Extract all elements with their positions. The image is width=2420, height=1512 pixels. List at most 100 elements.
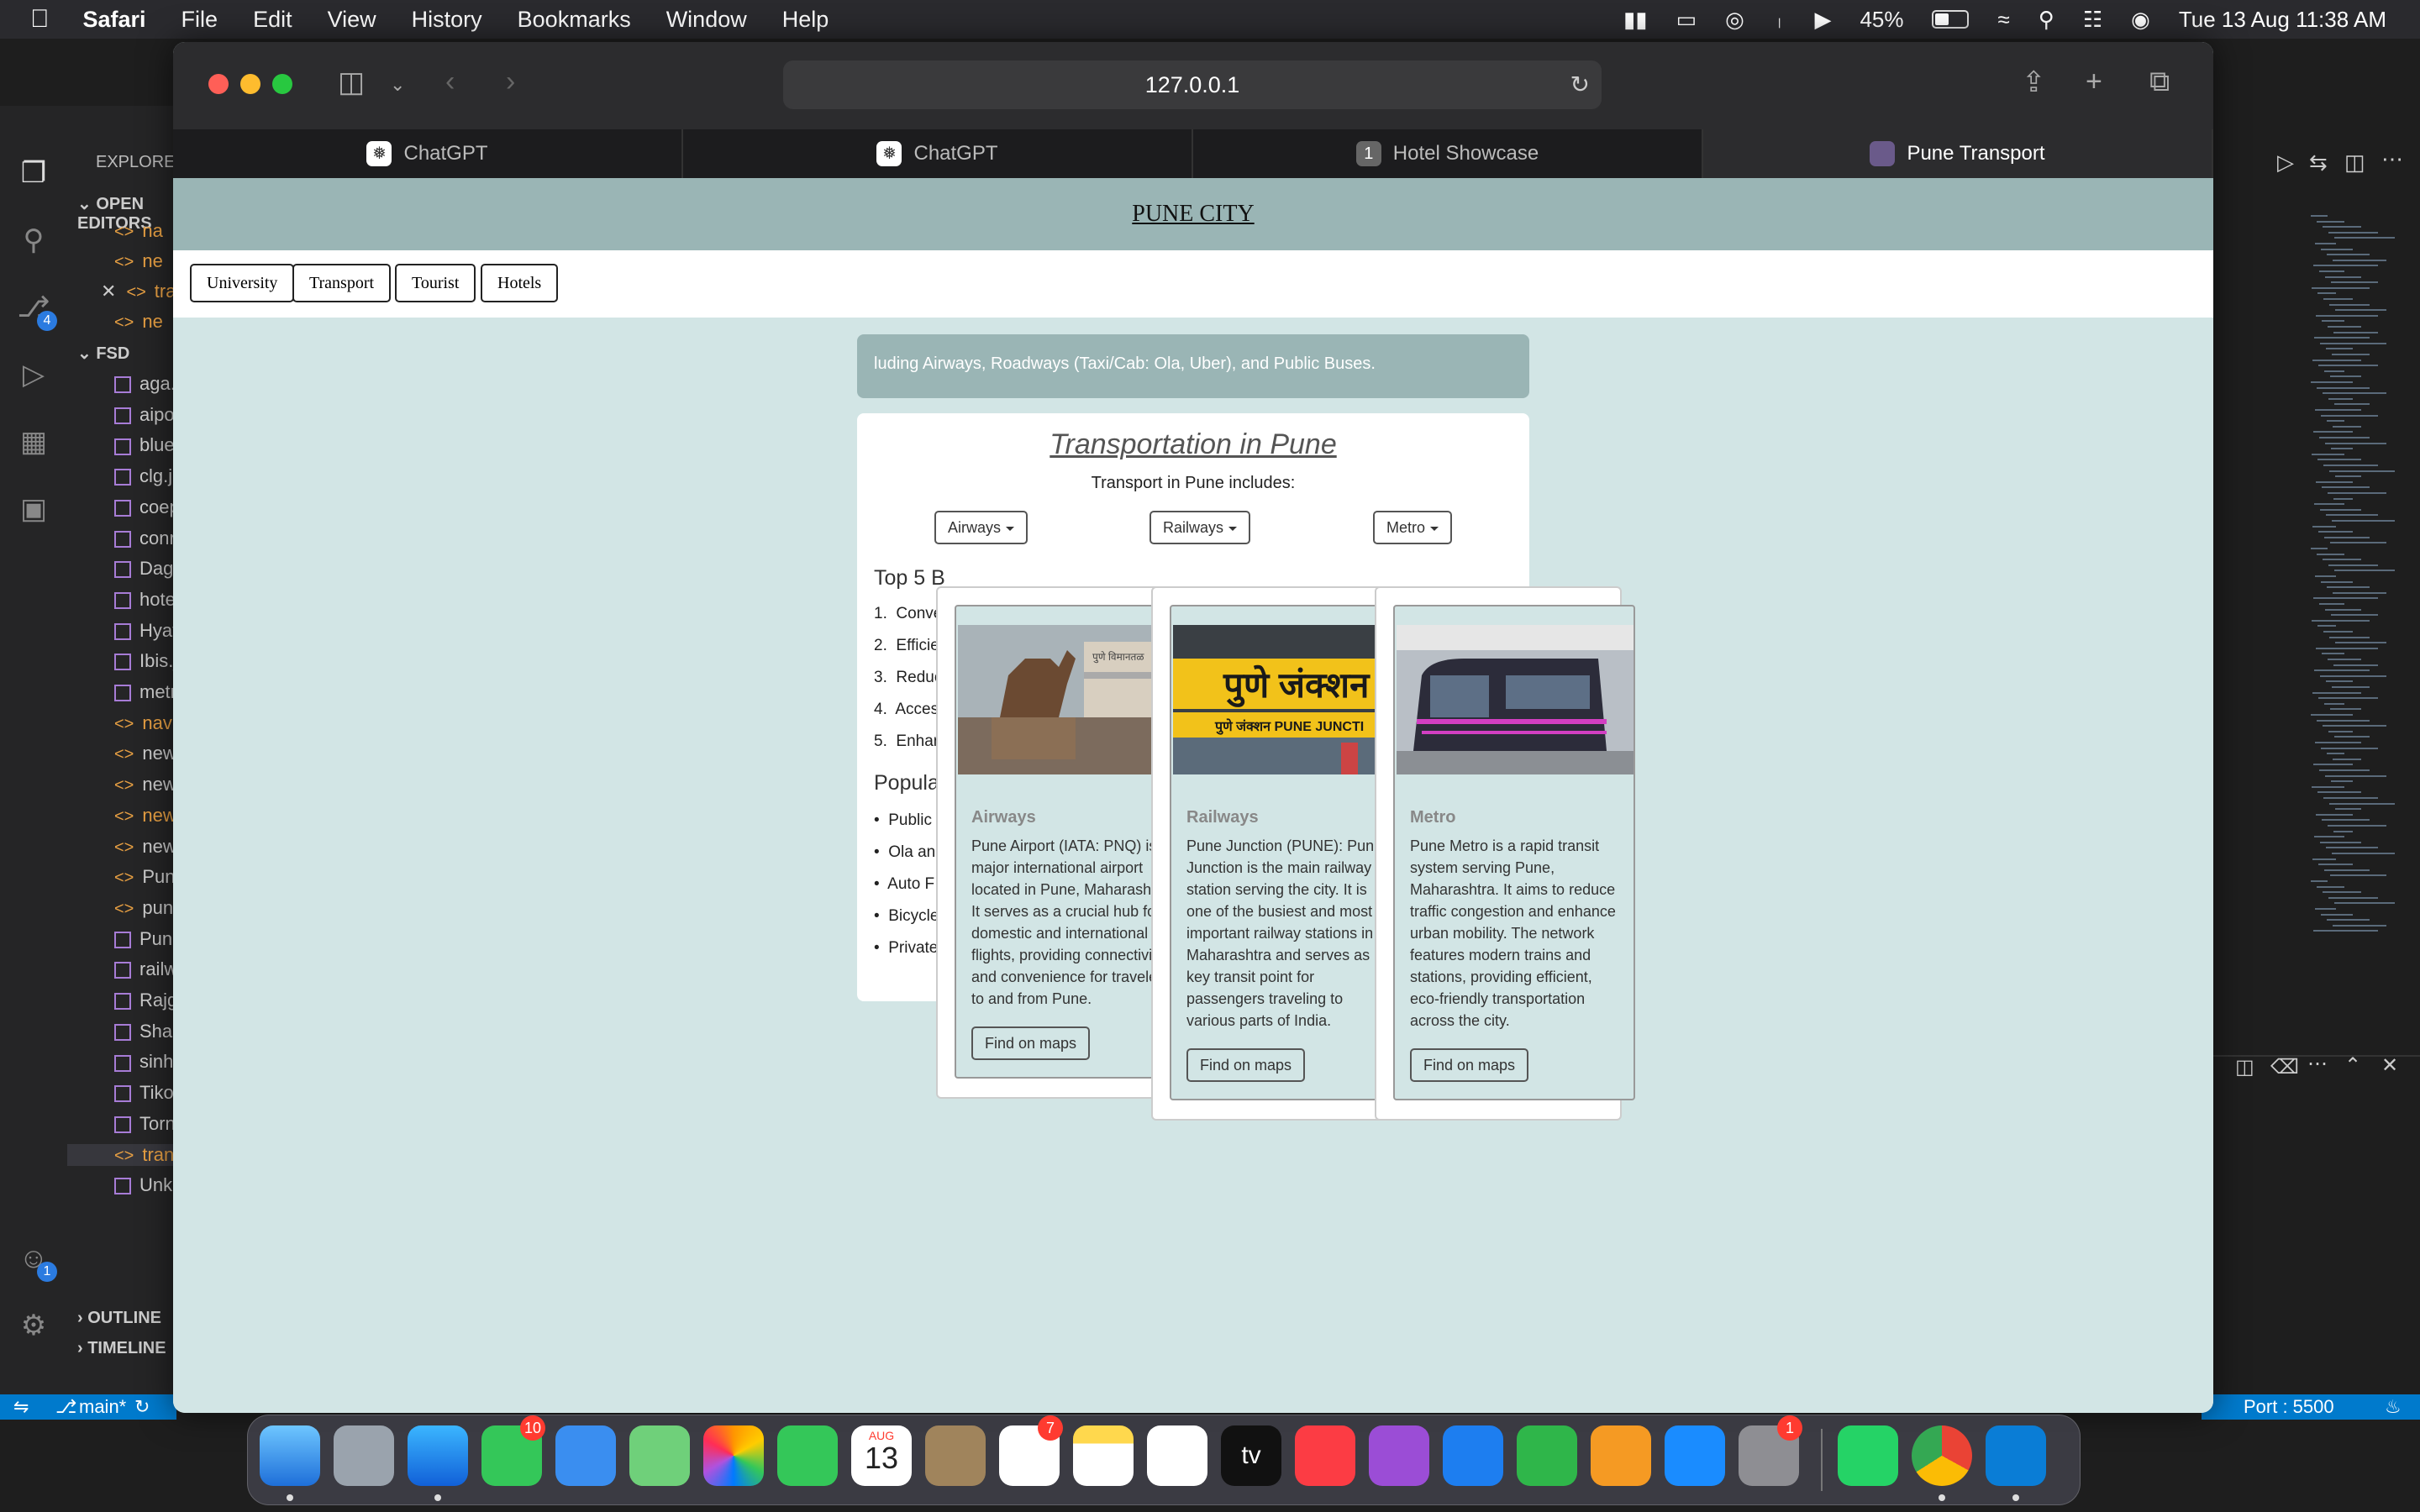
timeline-section[interactable]: › TIMELINE (77, 1339, 166, 1358)
open-editor-item[interactable]: <> ne (114, 250, 163, 272)
tab-pune-transport[interactable]: Pune Transport (1703, 129, 2213, 178)
menu-file[interactable]: File (182, 7, 218, 33)
maximize-panel-icon[interactable]: ⌃ (2344, 1053, 2361, 1078)
extensions-icon[interactable]: ▦ (15, 423, 52, 460)
airways-find-on-maps-button[interactable]: Find on maps (971, 1026, 1091, 1060)
podcasts-icon[interactable] (1369, 1425, 1429, 1486)
siri-icon[interactable]: ◉ (2131, 7, 2150, 33)
contacts-icon[interactable] (925, 1425, 986, 1486)
source-control-icon[interactable]: ⎇ 4 (15, 289, 57, 331)
account-icon[interactable]: ☺ 1 (15, 1240, 57, 1282)
share-icon[interactable]: ⇪ (2022, 66, 2046, 99)
app-store-icon[interactable] (1665, 1425, 1725, 1486)
tab-overview-icon[interactable]: ⧉ (2149, 66, 2170, 98)
close-icon[interactable]: ✕ (101, 281, 116, 302)
nav-tourist-button[interactable]: Tourist (395, 264, 476, 302)
run-debug-icon[interactable]: ▷ (15, 356, 52, 393)
nav-university-button[interactable]: University (190, 264, 295, 302)
bluetooth-icon[interactable]: ᛧ (1773, 7, 1786, 33)
sidebar-dropdown-icon[interactable]: ⌄ (390, 74, 405, 96)
metro-dropdown[interactable]: Metro (1373, 511, 1453, 544)
stats-icon[interactable]: ▮▮ (1623, 7, 1648, 33)
site-title[interactable]: PUNE CITY (173, 178, 2213, 250)
control-center-icon[interactable]: ☷ (2083, 7, 2102, 33)
live-server-port[interactable]: Port : 5500 (2244, 1394, 2334, 1420)
terminal-more-icon[interactable]: ⋯ (2307, 1052, 2328, 1076)
facetime-icon[interactable] (777, 1425, 838, 1486)
tab-chatgpt-2[interactable]: ❅ ChatGPT (683, 129, 1193, 178)
mail-icon[interactable] (555, 1425, 616, 1486)
battery-percent[interactable]: 45% (1860, 7, 1903, 33)
branch-name[interactable]: main* (79, 1396, 126, 1418)
airways-dropdown[interactable]: Airways (934, 511, 1028, 544)
address-bar[interactable]: 127.0.0.1 ↻ (783, 60, 1602, 109)
airdrop-icon[interactable]: ◎ (1725, 7, 1744, 33)
sync-icon[interactable]: ↻ (134, 1396, 150, 1418)
vscode-icon[interactable] (1986, 1425, 2046, 1486)
compare-icon[interactable]: ⇆ (2309, 150, 2328, 176)
zoom-window-button[interactable] (272, 74, 292, 94)
menu-help[interactable]: Help (782, 7, 829, 33)
open-editor-item[interactable]: <> na (114, 220, 163, 242)
new-tab-icon[interactable]: + (2086, 66, 2102, 98)
music-icon[interactable] (1295, 1425, 1355, 1486)
spotlight-search-icon[interactable]: ⚲ (2039, 7, 2054, 33)
run-icon[interactable]: ▷ (2277, 150, 2294, 176)
branch-icon[interactable]: ⎇ (55, 1396, 76, 1418)
launchpad-icon[interactable] (334, 1425, 394, 1486)
pages-icon[interactable] (1591, 1425, 1651, 1486)
now-playing-icon[interactable]: ▶ (1814, 7, 1831, 33)
split-terminal-icon[interactable]: ◫ (2235, 1055, 2254, 1079)
numbers-icon[interactable] (1517, 1425, 1577, 1486)
menu-bookmarks[interactable]: Bookmarks (518, 7, 631, 33)
wifi-icon[interactable]: ≈ (1997, 7, 2009, 33)
open-editor-item[interactable]: <> ne (114, 311, 163, 333)
close-window-button[interactable] (208, 74, 229, 94)
explorer-icon[interactable]: ❐ (15, 155, 52, 192)
photos-icon[interactable] (703, 1425, 764, 1486)
forward-icon[interactable]: › (506, 66, 515, 98)
display-icon[interactable]: ▭ (1676, 7, 1697, 33)
notifications-bell-icon[interactable]: ♨ (2385, 1394, 2402, 1420)
maps-icon[interactable] (629, 1425, 690, 1486)
sidebar-toggle-icon[interactable]: ◫ (338, 66, 365, 99)
settings-gear-icon[interactable]: ⚙ (15, 1307, 52, 1344)
menu-app-name[interactable]: Safari (83, 7, 146, 33)
search-icon[interactable]: ⚲ (15, 222, 52, 259)
menu-view[interactable]: View (328, 7, 376, 33)
calendar-icon[interactable]: AUG 13 (851, 1425, 912, 1486)
railways-dropdown[interactable]: Railways (1150, 511, 1251, 544)
tab-hotel-showcase[interactable]: 1 Hotel Showcase (1193, 129, 1703, 178)
open-editor-item-active[interactable]: ✕ <> tra (101, 281, 176, 302)
minimize-window-button[interactable] (240, 74, 260, 94)
reload-icon[interactable]: ↻ (1570, 60, 1590, 109)
keynote-icon[interactable] (1443, 1425, 1503, 1486)
chrome-icon[interactable] (1912, 1425, 1972, 1486)
trash-icon[interactable]: ⌫ (2270, 1055, 2299, 1079)
tab-chatgpt-1[interactable]: ❅ ChatGPT (173, 129, 683, 178)
railways-find-on-maps-button[interactable]: Find on maps (1186, 1048, 1306, 1082)
folder-section[interactable]: ⌄ FSD (77, 343, 129, 364)
battery-icon[interactable] (1932, 10, 1970, 29)
menu-window[interactable]: Window (666, 7, 747, 33)
menu-edit[interactable]: Edit (253, 7, 292, 33)
remote-explorer-icon[interactable]: ▣ (15, 491, 52, 528)
apple-tv-icon[interactable]: tv (1221, 1425, 1281, 1486)
outline-section[interactable]: › OUTLINE (77, 1309, 161, 1328)
whatsapp-icon[interactable] (1838, 1425, 1898, 1486)
safari-icon[interactable] (408, 1425, 468, 1486)
close-panel-icon[interactable]: ✕ (2381, 1053, 2398, 1078)
split-editor-icon[interactable]: ◫ (2344, 150, 2365, 176)
metro-find-on-maps-button[interactable]: Find on maps (1410, 1048, 1529, 1082)
nav-transport-button[interactable]: Transport (292, 264, 392, 302)
notes-icon[interactable] (1073, 1425, 1134, 1486)
clock[interactable]: Tue 13 Aug 11:38 AM (2179, 7, 2386, 33)
menu-history[interactable]: History (412, 7, 482, 33)
nav-hotels-button[interactable]: Hotels (481, 264, 559, 302)
more-actions-icon[interactable]: ⋯ (2381, 146, 2403, 172)
back-icon[interactable]: ‹ (445, 66, 455, 98)
freeform-icon[interactable] (1147, 1425, 1207, 1486)
apple-menu-icon[interactable]:  (30, 5, 50, 34)
remote-icon[interactable]: ⇋ (13, 1396, 29, 1418)
finder-icon[interactable] (260, 1425, 320, 1486)
